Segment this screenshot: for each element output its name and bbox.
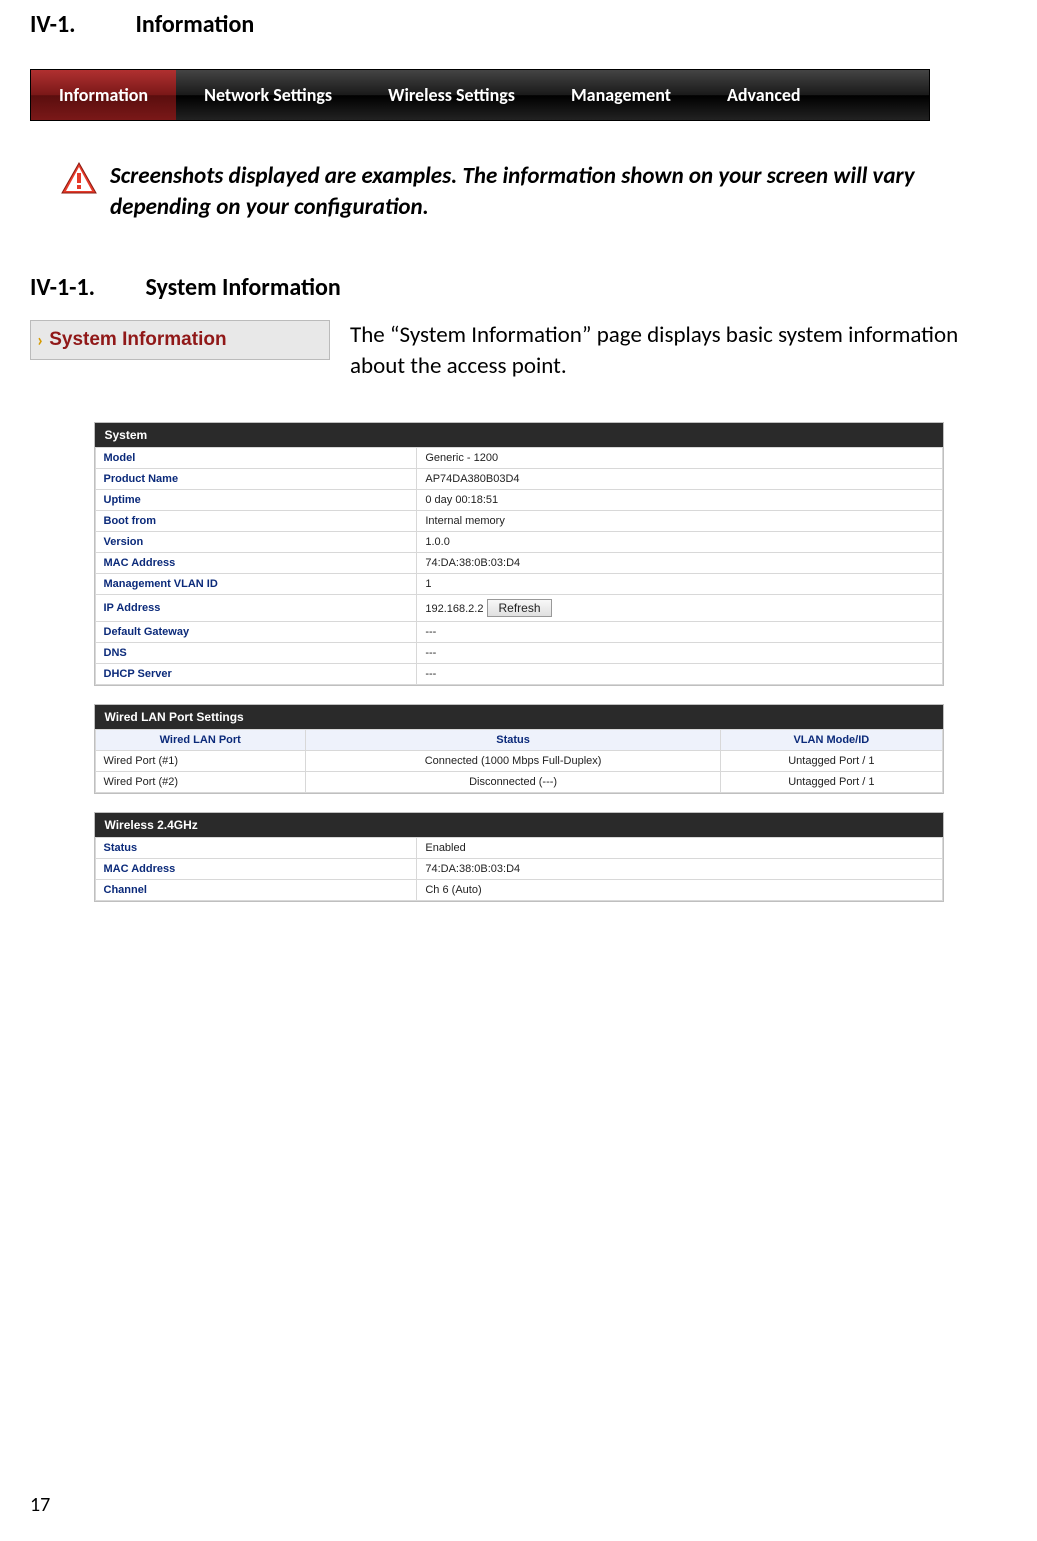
system-block: System ModelGeneric - 1200Product NameAP…	[94, 422, 944, 686]
nav-tab-information: Information	[31, 70, 176, 120]
table-value: ---	[417, 664, 942, 685]
system-block-header: System	[95, 423, 943, 447]
warning-note: Screenshots displayed are examples. The …	[60, 161, 940, 223]
section-heading: IV-1. Information	[30, 10, 1007, 39]
wired-lan-block-header: Wired LAN Port Settings	[95, 705, 943, 729]
table-row: MAC Address74:DA:38:0B:03:D4	[95, 553, 942, 574]
table-key: MAC Address	[95, 859, 417, 880]
table-value: ---	[417, 622, 942, 643]
col-vlan-mode-id: VLAN Mode/ID	[721, 730, 942, 751]
warning-text: Screenshots displayed are examples. The …	[110, 161, 940, 223]
table-value: ---	[417, 643, 942, 664]
table-key: Management VLAN ID	[95, 574, 417, 595]
cell-status: Disconnected (---)	[305, 772, 720, 793]
table-value: Internal memory	[417, 511, 942, 532]
table-row: Wired Port (#2)Disconnected (---)Untagge…	[95, 772, 942, 793]
cell-port: Wired Port (#1)	[95, 751, 305, 772]
nav-bar-screenshot: Information Network Settings Wireless Se…	[30, 69, 930, 121]
cell-status: Connected (1000 Mbps Full-Duplex)	[305, 751, 720, 772]
section-title: Information	[135, 10, 254, 39]
system-table: ModelGeneric - 1200Product NameAP74DA380…	[95, 447, 943, 685]
table-key: IP Address	[95, 595, 417, 622]
warning-icon	[60, 161, 98, 195]
wired-lan-table: Wired LAN Port Status VLAN Mode/ID Wired…	[95, 729, 943, 793]
table-key: Status	[95, 838, 417, 859]
system-information-screenshot: System ModelGeneric - 1200Product NameAP…	[94, 422, 944, 902]
table-row: Version1.0.0	[95, 532, 942, 553]
table-key: DHCP Server	[95, 664, 417, 685]
refresh-button[interactable]: Refresh	[487, 599, 551, 617]
table-key: DNS	[95, 643, 417, 664]
wireless-table: StatusEnabledMAC Address74:DA:38:0B:03:D…	[95, 837, 943, 901]
table-key: Version	[95, 532, 417, 553]
table-row: Default Gateway---	[95, 622, 942, 643]
subsection-heading: IV-1-1. System Information	[30, 273, 1007, 302]
table-value: 192.168.2.2Refresh	[417, 595, 942, 622]
page-number: 17	[30, 1493, 50, 1517]
wireless-block: Wireless 2.4GHz StatusEnabledMAC Address…	[94, 812, 944, 902]
system-information-description: The “System Information” page displays b…	[350, 320, 990, 382]
table-row: ModelGeneric - 1200	[95, 448, 942, 469]
system-information-side-tab: › System Information	[30, 320, 330, 360]
wired-lan-block: Wired LAN Port Settings Wired LAN Port S…	[94, 704, 944, 794]
nav-tab-management: Management	[543, 70, 699, 120]
table-row: Product NameAP74DA380B03D4	[95, 469, 942, 490]
table-row: DNS---	[95, 643, 942, 664]
table-value: 74:DA:38:0B:03:D4	[417, 553, 942, 574]
table-row: DHCP Server---	[95, 664, 942, 685]
table-value: Enabled	[417, 838, 942, 859]
table-value: AP74DA380B03D4	[417, 469, 942, 490]
table-key: Channel	[95, 880, 417, 901]
table-row: StatusEnabled	[95, 838, 942, 859]
cell-vlan: Untagged Port / 1	[721, 772, 942, 793]
chevron-right-icon: ›	[37, 329, 43, 351]
table-row: MAC Address74:DA:38:0B:03:D4	[95, 859, 942, 880]
table-value: 1.0.0	[417, 532, 942, 553]
table-value: 0 day 00:18:51	[417, 490, 942, 511]
wireless-block-header: Wireless 2.4GHz	[95, 813, 943, 837]
table-value: 74:DA:38:0B:03:D4	[417, 859, 942, 880]
table-row: ChannelCh 6 (Auto)	[95, 880, 942, 901]
subsection-title: System Information	[145, 273, 340, 302]
table-key: Product Name	[95, 469, 417, 490]
table-key: Boot from	[95, 511, 417, 532]
table-value: 1	[417, 574, 942, 595]
nav-tab-network-settings: Network Settings	[176, 70, 360, 120]
table-key: Default Gateway	[95, 622, 417, 643]
table-row: IP Address192.168.2.2Refresh	[95, 595, 942, 622]
table-key: Uptime	[95, 490, 417, 511]
table-row: Management VLAN ID1	[95, 574, 942, 595]
col-wired-lan-port: Wired LAN Port	[95, 730, 305, 751]
subsection-number: IV-1-1.	[30, 273, 140, 302]
nav-tab-advanced: Advanced	[699, 70, 829, 120]
cell-vlan: Untagged Port / 1	[721, 751, 942, 772]
section-number: IV-1.	[30, 10, 130, 39]
table-row: Uptime 0 day 00:18:51	[95, 490, 942, 511]
table-value: Generic - 1200	[417, 448, 942, 469]
table-row: Wired Port (#1)Connected (1000 Mbps Full…	[95, 751, 942, 772]
table-key: Model	[95, 448, 417, 469]
table-row: Boot fromInternal memory	[95, 511, 942, 532]
nav-tab-wireless-settings: Wireless Settings	[360, 70, 543, 120]
cell-port: Wired Port (#2)	[95, 772, 305, 793]
system-information-label: System Information	[49, 329, 226, 351]
table-key: MAC Address	[95, 553, 417, 574]
table-value: Ch 6 (Auto)	[417, 880, 942, 901]
col-status: Status	[305, 730, 720, 751]
